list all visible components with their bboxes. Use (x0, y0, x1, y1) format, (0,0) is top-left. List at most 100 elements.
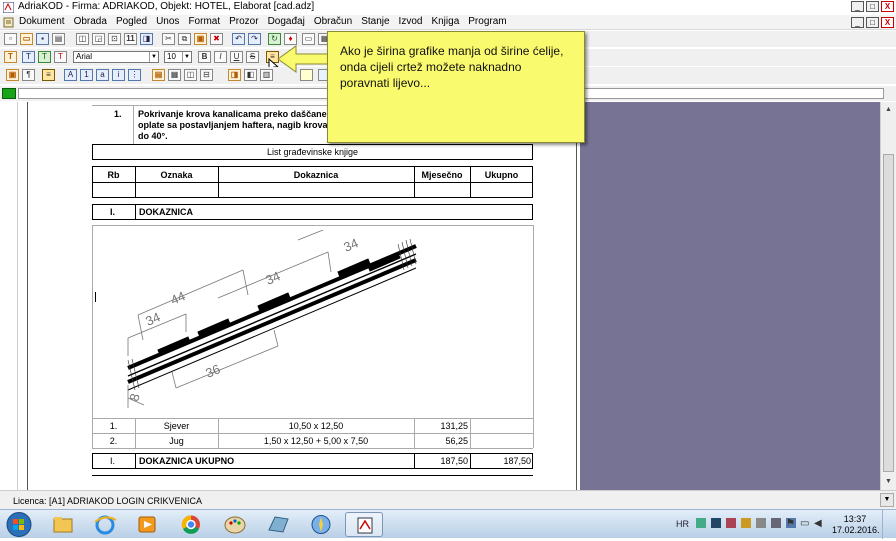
find-icon[interactable]: ⊡ (108, 33, 121, 45)
list-title: List građevinske knjige (266, 147, 359, 157)
menu-dokument[interactable]: Dokument (19, 16, 65, 27)
window-app-icon (268, 516, 289, 533)
menu-knjiga[interactable]: Knjiga (431, 16, 459, 27)
menu-obrada[interactable]: Obrada (74, 16, 107, 27)
taskbar-app6[interactable] (302, 512, 340, 537)
taskbar-ie[interactable] (86, 512, 124, 537)
scroll-up-icon[interactable]: ▲ (883, 104, 894, 115)
print-icon[interactable]: ▤ (52, 33, 65, 45)
network-icon[interactable]: ▭ (800, 518, 809, 529)
menu-izvod[interactable]: Izvod (399, 16, 423, 27)
doc-minimize-button[interactable]: _ (851, 17, 864, 28)
redo-icon[interactable]: ↷ (248, 33, 261, 45)
menu-obracun[interactable]: Obračun (314, 16, 352, 27)
bold-button[interactable]: B (198, 51, 211, 63)
delete-icon[interactable]: ✖ (210, 33, 223, 45)
font-size-select[interactable]: 10 ▼ (164, 51, 192, 63)
cut-icon[interactable]: ✂ (162, 33, 175, 45)
menu-prozor[interactable]: Prozor (229, 16, 258, 27)
underline-button[interactable]: U (230, 51, 243, 63)
col-header-mjesecno: Mjesečno (421, 170, 463, 180)
scroll-down-icon[interactable]: ▼ (883, 476, 894, 487)
tray-app-icon[interactable] (696, 518, 706, 528)
strikethrough-button[interactable]: S (246, 51, 259, 63)
close-button[interactable]: X (881, 1, 894, 12)
grid-line (135, 204, 136, 220)
copy-icon[interactable]: ⧉ (178, 33, 191, 45)
font-select[interactable]: Arial ▼ (73, 51, 159, 63)
scroll-down-icon[interactable]: ▼ (880, 493, 894, 507)
document-page[interactable]: 1. Pokrivanje krova kanalicama preko daš… (18, 102, 580, 490)
taskbar-app5[interactable] (259, 512, 297, 537)
chevron-down-icon: ▼ (182, 52, 191, 62)
insert-row-icon[interactable]: ⊟ (200, 69, 213, 81)
language-indicator[interactable]: HR (676, 519, 689, 529)
insert-image-icon[interactable]: ▤ (152, 69, 165, 81)
clock[interactable]: 13:37 17.02.2016. (832, 514, 880, 536)
minimize-button[interactable]: _ (851, 1, 864, 12)
menu-dogadaj[interactable]: Događaj (268, 16, 305, 27)
flag-icon[interactable]: ⚑ (786, 518, 795, 529)
volume-icon[interactable]: ◀ (814, 518, 822, 529)
list-a-icon[interactable]: a (96, 69, 109, 81)
paint-icon (224, 516, 246, 534)
menu-stanje[interactable]: Stanje (361, 16, 389, 27)
text-style-3-button[interactable]: T (38, 51, 51, 63)
heading-a-icon[interactable]: A (64, 69, 77, 81)
print-preview-icon[interactable]: ◫ (76, 33, 89, 45)
tray-app-icon[interactable] (756, 518, 766, 528)
undo-icon[interactable]: ↶ (232, 33, 245, 45)
doc-close-button[interactable]: X (881, 17, 894, 28)
tray-app-icon[interactable] (741, 518, 751, 528)
italic-button[interactable]: I (214, 51, 227, 63)
list-sub-icon[interactable]: ⋮ (128, 69, 141, 81)
tray-app-icon[interactable] (771, 518, 781, 528)
open-icon[interactable]: ▭ (20, 33, 33, 45)
chevron-down-icon: ▼ (149, 52, 158, 62)
menu-items: Dokument Obrada Pogled Unos Format Prozo… (19, 16, 507, 27)
text-style-2-button[interactable]: T (22, 51, 35, 63)
insert-frame-icon[interactable]: ▣ (6, 69, 19, 81)
new-icon[interactable]: ▫ (4, 33, 17, 45)
total-mjesecno: 187,50 (440, 456, 468, 466)
text-style-4-button[interactable]: T (54, 51, 67, 63)
tray-app-icon[interactable] (711, 518, 721, 528)
page-margin-line (27, 102, 28, 490)
cell-align-icon[interactable]: ≡ (42, 69, 55, 81)
chart-icon[interactable]: ▥ (260, 69, 273, 81)
page-icon[interactable]: ◧ (244, 69, 257, 81)
grid-line (533, 225, 534, 418)
scroll-thumb[interactable] (883, 154, 894, 472)
taskbar-paint[interactable] (216, 512, 254, 537)
clock-date: 17.02.2016. (832, 525, 880, 535)
menu-format[interactable]: Format (188, 16, 220, 27)
doc-restore-button[interactable]: □ (866, 17, 879, 28)
taskbar-adriakod[interactable] (345, 512, 383, 537)
col-header-dokaznica: Dokaznica (293, 170, 339, 180)
taskbar-explorer[interactable] (44, 512, 82, 537)
book-icon[interactable]: ◨ (140, 33, 153, 45)
page-setup-icon[interactable]: ◨ (228, 69, 241, 81)
dim-label: 34 (143, 309, 162, 328)
taskbar-chrome[interactable] (172, 512, 210, 537)
start-button-icon[interactable] (4, 511, 34, 538)
text-style-1-button[interactable]: T (4, 51, 17, 63)
save-icon[interactable]: ▪ (36, 33, 49, 45)
taskbar-media-player[interactable] (128, 512, 166, 537)
menu-unos[interactable]: Unos (156, 16, 179, 27)
document-icon[interactable] (3, 17, 14, 28)
menu-program[interactable]: Program (468, 16, 506, 27)
numbering-icon[interactable]: 1 (80, 69, 93, 81)
paragraph-icon[interactable]: ¶ (22, 69, 35, 81)
maximize-button[interactable]: □ (866, 1, 879, 12)
page-number-icon[interactable]: 11 (124, 33, 137, 45)
menu-pogled[interactable]: Pogled (116, 16, 147, 27)
insert-table-icon[interactable]: ▦ (168, 69, 181, 81)
list-i-icon[interactable]: i (112, 69, 125, 81)
show-desktop-button[interactable] (882, 510, 896, 539)
insert-column-icon[interactable]: ◫ (184, 69, 197, 81)
paste-icon[interactable]: ▣ (194, 33, 207, 45)
zoom-page-icon[interactable]: ◲ (92, 33, 105, 45)
vertical-scrollbar[interactable]: ▲ ▼ (880, 102, 896, 490)
tray-app-icon[interactable] (726, 518, 736, 528)
